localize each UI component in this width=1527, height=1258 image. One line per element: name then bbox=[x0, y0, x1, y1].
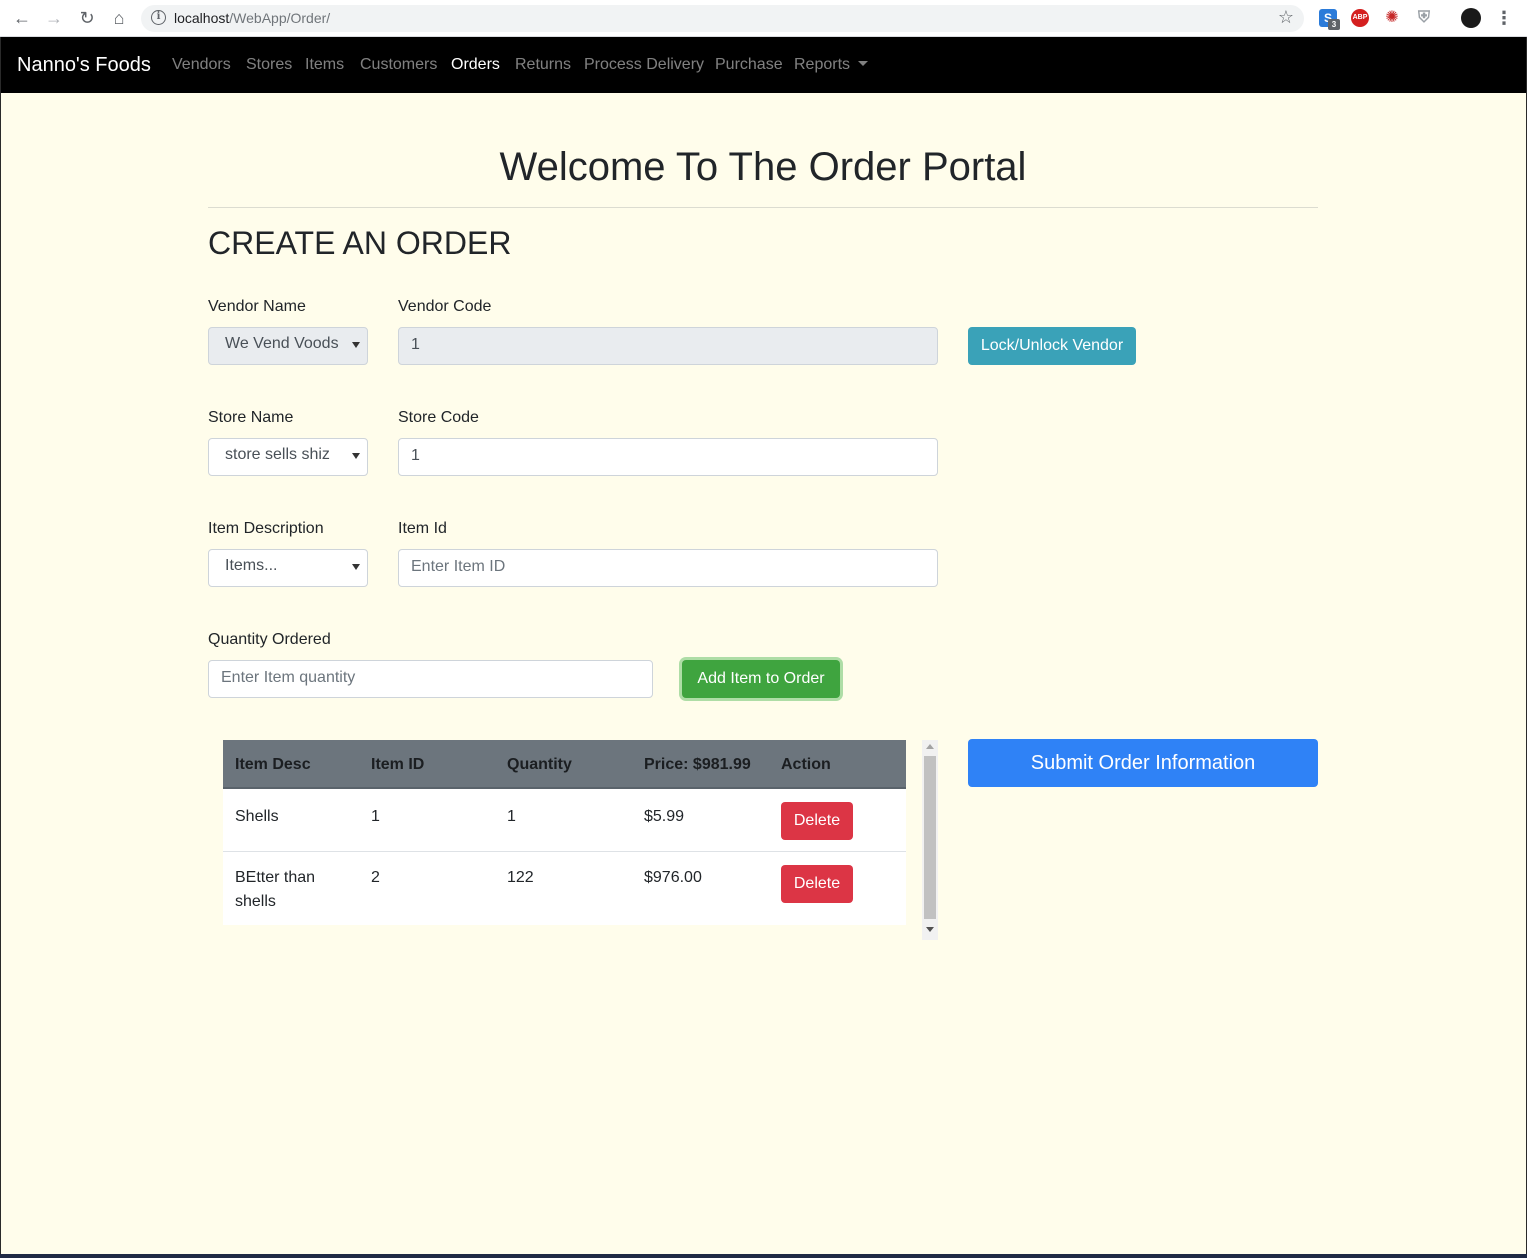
reload-icon[interactable]: ↻ bbox=[75, 7, 99, 31]
shield-extension-icon[interactable]: ⛨ bbox=[1415, 9, 1433, 27]
store-name-value: store sells shiz bbox=[225, 446, 330, 463]
select-arrow-icon bbox=[352, 453, 360, 459]
cell-price: $976.00 bbox=[644, 869, 702, 886]
table-row: Shells 1 1 $5.99 Delete bbox=[223, 789, 906, 852]
table-scrollbar[interactable] bbox=[922, 740, 938, 940]
store-code-input[interactable]: 1 bbox=[398, 438, 938, 476]
nav-items[interactable]: Items bbox=[305, 56, 344, 74]
taskbar-edge bbox=[0, 1254, 1527, 1258]
extension-s-icon[interactable]: S3 bbox=[1319, 9, 1340, 30]
cell-item-desc: Shells bbox=[235, 808, 279, 825]
adblock-icon[interactable]: ABP bbox=[1351, 9, 1369, 27]
item-id-input[interactable]: Enter Item ID bbox=[398, 549, 938, 587]
order-items-table: Item Desc Item ID Quantity Price: $981.9… bbox=[223, 740, 906, 925]
table-row: BEtter than shells 2 122 $976.00 Delete bbox=[223, 853, 906, 925]
scroll-down-arrow-icon[interactable] bbox=[926, 927, 934, 932]
vendor-code-input[interactable]: 1 bbox=[398, 327, 938, 365]
browser-menu-icon[interactable]: ⋮ bbox=[1495, 6, 1513, 30]
quantity-input[interactable]: Enter Item quantity bbox=[208, 660, 653, 698]
nav-orders[interactable]: Orders bbox=[451, 56, 500, 74]
store-code-label: Store Code bbox=[398, 409, 479, 426]
url-host: localhost bbox=[174, 10, 230, 26]
select-arrow-icon bbox=[352, 564, 360, 570]
scrollbar-thumb[interactable] bbox=[924, 756, 936, 919]
cell-price: $5.99 bbox=[644, 808, 685, 825]
page-title: Welcome To The Order Portal bbox=[499, 145, 1027, 189]
vendor-name-value: We Vend Voods bbox=[225, 335, 339, 352]
vendor-name-select[interactable]: We Vend Voods bbox=[208, 327, 368, 365]
extension-badge: 3 bbox=[1328, 19, 1340, 30]
item-description-select[interactable]: Items... bbox=[208, 549, 368, 587]
cell-item-desc: BEtter than shells bbox=[235, 869, 316, 910]
cell-quantity: 122 bbox=[507, 869, 534, 886]
url-path: /WebApp/Order/ bbox=[229, 10, 331, 26]
select-arrow-icon bbox=[352, 342, 360, 348]
nav-customers[interactable]: Customers bbox=[360, 56, 437, 74]
nav-returns[interactable]: Returns bbox=[515, 56, 571, 74]
nav-purchase[interactable]: Purchase bbox=[715, 56, 783, 74]
home-icon[interactable]: ⌂ bbox=[107, 7, 131, 31]
browser-toolbar: ← → ↻ ⌂ i localhost/WebApp/Order/ ☆ S3 A… bbox=[0, 0, 1527, 37]
url-text: localhost/WebApp/Order/ bbox=[174, 10, 330, 26]
submit-order-button[interactable]: Submit Order Information bbox=[968, 739, 1318, 787]
cell-quantity: 1 bbox=[507, 808, 516, 825]
vendor-code-label: Vendor Code bbox=[398, 298, 492, 315]
col-item-desc: Item Desc bbox=[235, 756, 311, 773]
site-navbar: Nanno's Foods Vendors Stores Items Custo… bbox=[1, 37, 1526, 93]
scroll-up-arrow-icon[interactable] bbox=[926, 744, 934, 749]
nav-process-delivery[interactable]: Process Delivery bbox=[584, 56, 704, 74]
col-action: Action bbox=[781, 756, 831, 773]
store-name-select[interactable]: store sells shiz bbox=[208, 438, 368, 476]
vendor-name-label: Vendor Name bbox=[208, 298, 306, 315]
delete-button[interactable]: Delete bbox=[781, 802, 853, 840]
profile-avatar[interactable] bbox=[1461, 8, 1481, 28]
bug-extension-icon[interactable]: ✺ bbox=[1383, 9, 1401, 27]
site-info-icon[interactable]: i bbox=[151, 10, 166, 25]
bookmark-star-icon[interactable]: ☆ bbox=[1278, 7, 1294, 28]
window-edge-left bbox=[0, 37, 1, 1258]
cell-item-id: 1 bbox=[371, 808, 380, 825]
forward-arrow-icon[interactable]: → bbox=[42, 7, 66, 31]
nav-vendors[interactable]: Vendors bbox=[172, 56, 231, 74]
brand-logo-text[interactable]: Nanno's Foods bbox=[17, 54, 151, 77]
divider bbox=[208, 207, 1318, 208]
caret-down-icon bbox=[858, 61, 869, 66]
col-quantity: Quantity bbox=[507, 756, 572, 773]
nav-stores[interactable]: Stores bbox=[246, 56, 292, 74]
item-description-label: Item Description bbox=[208, 520, 324, 537]
back-arrow-icon[interactable]: ← bbox=[10, 7, 34, 31]
item-id-label: Item Id bbox=[398, 520, 447, 537]
lock-unlock-vendor-button[interactable]: Lock/Unlock Vendor bbox=[968, 327, 1136, 365]
cell-item-id: 2 bbox=[371, 869, 380, 886]
table-header: Item Desc Item ID Quantity Price: $981.9… bbox=[223, 740, 906, 789]
col-price: Price: $981.99 bbox=[644, 756, 751, 773]
store-name-label: Store Name bbox=[208, 409, 294, 426]
delete-button[interactable]: Delete bbox=[781, 865, 853, 903]
section-title: CREATE AN ORDER bbox=[208, 225, 512, 261]
quantity-ordered-label: Quantity Ordered bbox=[208, 631, 331, 648]
item-description-value: Items... bbox=[225, 557, 278, 574]
nav-reports-label: Reports bbox=[794, 56, 851, 73]
address-bar[interactable]: i localhost/WebApp/Order/ ☆ bbox=[141, 5, 1304, 32]
add-item-to-order-button[interactable]: Add Item to Order bbox=[682, 660, 840, 698]
nav-reports-dropdown[interactable]: Reports bbox=[794, 56, 869, 74]
col-item-id: Item ID bbox=[371, 756, 425, 773]
